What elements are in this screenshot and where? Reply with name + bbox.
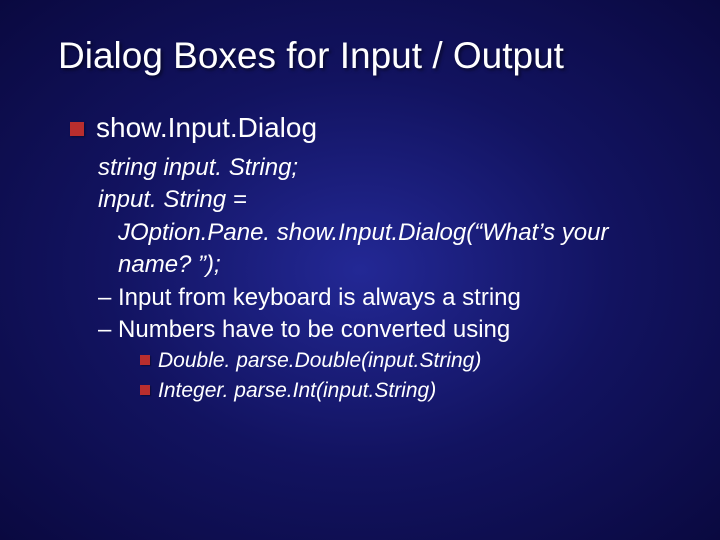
code-line-3: JOption.Pane. show.Input.Dialog(“What’s … bbox=[118, 217, 670, 282]
slide-title: Dialog Boxes for Input / Output bbox=[58, 35, 670, 77]
sub-bullet-2: Integer. parse.Int(input.String) bbox=[140, 376, 670, 405]
bullet-level1: show.Input.Dialog bbox=[70, 112, 670, 144]
sub-bullet-1: Double. parse.Double(input.String) bbox=[140, 346, 670, 375]
bullet-icon bbox=[70, 122, 84, 136]
sub-text-1: Double. parse.Double(input.String) bbox=[158, 346, 481, 375]
bullet-icon bbox=[140, 385, 150, 395]
code-line-2: input. String = bbox=[98, 184, 670, 216]
bullet-icon bbox=[140, 355, 150, 365]
heading-text: show.Input.Dialog bbox=[96, 112, 317, 144]
dash-item-1: – Input from keyboard is always a string bbox=[98, 282, 670, 314]
dash-item-2: – Numbers have to be converted using bbox=[98, 314, 670, 346]
sub-text-2: Integer. parse.Int(input.String) bbox=[158, 376, 436, 405]
code-line-1: string input. String; bbox=[98, 152, 670, 184]
